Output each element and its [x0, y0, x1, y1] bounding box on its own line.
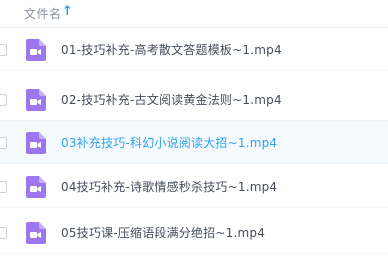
row-checkbox[interactable]	[0, 227, 7, 239]
file-row[interactable]: 05技巧课-压缩语段满分绝招~1.mp4	[0, 211, 388, 254]
file-name[interactable]: 05技巧课-压缩语段满分绝招~1.mp4	[61, 224, 265, 241]
video-file-icon	[26, 132, 46, 154]
file-list-view: 文件名 ↑ 01-技巧补充-高考散文答题模板~1.mp4 02-技巧补充-古文阅…	[0, 0, 388, 273]
file-row-selected[interactable]: 03补充技巧-科幻小说阅读大招~1.mp4	[0, 121, 388, 164]
file-name[interactable]: 03补充技巧-科幻小说阅读大招~1.mp4	[61, 134, 277, 151]
row-checkbox[interactable]	[0, 137, 7, 149]
file-row[interactable]: 02-技巧补充-古文阅读黄金法则~1.mp4	[0, 78, 388, 121]
video-file-icon	[26, 176, 46, 198]
row-checkbox[interactable]	[0, 44, 7, 56]
file-name[interactable]: 04技巧补充-诗歌情感秒杀技巧~1.mp4	[61, 178, 277, 195]
file-name[interactable]: 02-技巧补充-古文阅读黄金法则~1.mp4	[61, 91, 282, 108]
row-checkbox[interactable]	[0, 94, 7, 106]
file-row[interactable]: 04技巧补充-诗歌情感秒杀技巧~1.mp4	[0, 165, 388, 208]
file-list-header: 文件名 ↑	[0, 0, 388, 28]
file-name[interactable]: 01-技巧补充-高考散文答题模板~1.mp4	[61, 41, 282, 58]
video-file-icon	[26, 222, 46, 244]
file-row[interactable]: 01-技巧补充-高考散文答题模板~1.mp4	[0, 28, 388, 71]
column-header-filename[interactable]: 文件名	[24, 5, 62, 22]
video-file-icon	[26, 89, 46, 111]
row-checkbox[interactable]	[0, 181, 7, 193]
video-file-icon	[26, 39, 46, 61]
sort-ascending-icon[interactable]: ↑	[62, 4, 73, 19]
